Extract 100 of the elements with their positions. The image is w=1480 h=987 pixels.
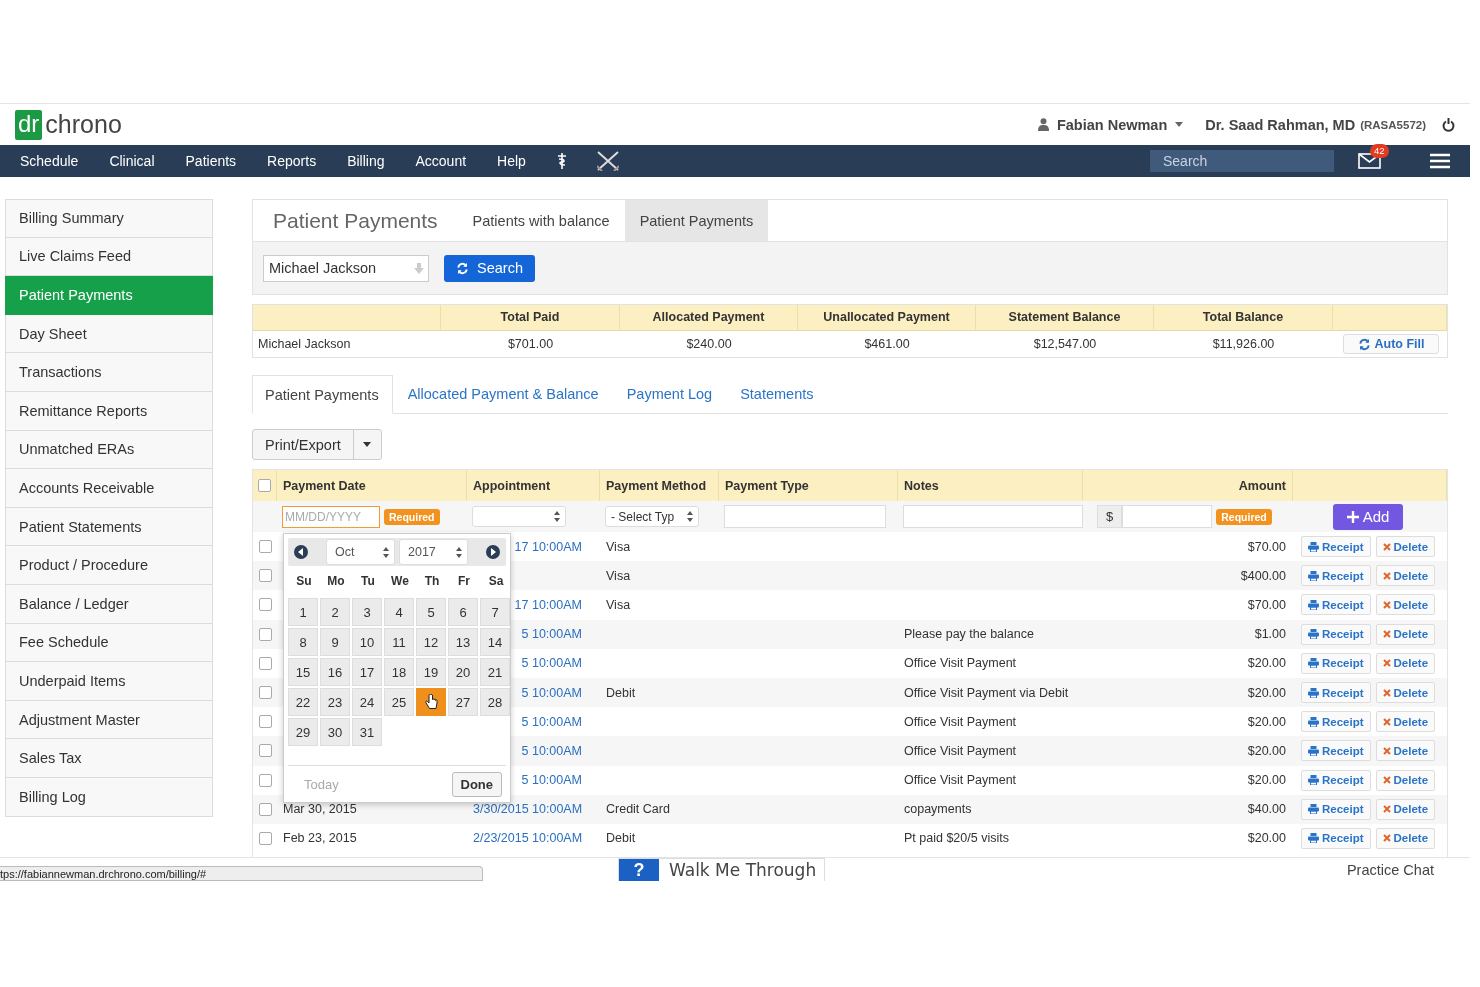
search-field[interactable]: Search: [1150, 150, 1334, 172]
delete-button[interactable]: Delete: [1375, 536, 1436, 558]
checkbox[interactable]: [258, 831, 272, 845]
receipt-button[interactable]: Receipt: [1301, 565, 1371, 587]
appointment-link[interactable]: 5 10:00AM: [521, 743, 582, 758]
appointment-link[interactable]: 5 10:00AM: [521, 714, 582, 729]
appointment-link[interactable]: 5 10:00AM: [521, 656, 582, 671]
walk-me-through-button[interactable]: ? Walk Me Through: [618, 858, 826, 881]
checkbox[interactable]: [258, 773, 272, 787]
nav-item[interactable]: Billing: [347, 153, 385, 169]
crossed-tools-icon[interactable]: [596, 151, 619, 171]
receipt-button[interactable]: Receipt: [1301, 594, 1371, 616]
calendar-day[interactable]: 30: [320, 718, 350, 746]
amount-field[interactable]: [1122, 505, 1213, 528]
add-button[interactable]: Add: [1333, 503, 1403, 530]
tab[interactable]: Patient Payments: [624, 200, 769, 241]
receipt-button[interactable]: Receipt: [1301, 740, 1371, 762]
power-icon[interactable]: [1442, 117, 1455, 132]
month-select[interactable]: Oct: [326, 539, 395, 565]
sidebar-item[interactable]: Accounts Receivable: [5, 469, 213, 508]
sidebar-item[interactable]: Remittance Reports: [5, 391, 213, 431]
calendar-day[interactable]: 19: [416, 658, 446, 686]
delete-button[interactable]: Delete: [1375, 652, 1436, 674]
checkbox[interactable]: [258, 627, 272, 641]
year-select[interactable]: 2017: [399, 539, 468, 565]
calendar-day[interactable]: 10: [352, 628, 382, 656]
calendar-day[interactable]: 16: [320, 658, 350, 686]
print-export-button[interactable]: Print/Export: [252, 429, 382, 460]
appointment-link[interactable]: 5 10:00AM: [521, 627, 582, 642]
receipt-button[interactable]: Receipt: [1301, 827, 1371, 849]
checkbox[interactable]: [258, 656, 272, 670]
delete-button[interactable]: Delete: [1375, 798, 1436, 820]
receipt-button[interactable]: Receipt: [1301, 652, 1371, 674]
input-field[interactable]: [724, 505, 886, 528]
tab[interactable]: Payment Log: [614, 375, 726, 413]
sidebar-item[interactable]: Sales Tax: [5, 739, 213, 778]
calendar-day[interactable]: 22: [288, 688, 318, 716]
caduceus-icon[interactable]: [556, 153, 567, 169]
calendar-day[interactable]: 1: [288, 598, 318, 626]
delete-button[interactable]: Delete: [1375, 827, 1436, 849]
calendar-day[interactable]: 23: [320, 688, 350, 716]
delete-button[interactable]: Delete: [1375, 565, 1436, 587]
patient-select[interactable]: Michael Jackson: [263, 254, 429, 282]
sidebar-item[interactable]: Live Claims Feed: [5, 237, 213, 277]
nav-item[interactable]: Patients: [185, 153, 237, 169]
calendar-day[interactable]: 20: [448, 658, 478, 686]
delete-button[interactable]: Delete: [1375, 769, 1436, 791]
checkbox[interactable]: [258, 540, 272, 554]
nav-item[interactable]: Clinical: [109, 153, 155, 169]
nav-item[interactable]: Reports: [267, 153, 317, 169]
appointment-link[interactable]: 3/30/2015 10:00AM: [473, 802, 583, 817]
mail-icon[interactable]: [1358, 152, 1382, 170]
sidebar-item[interactable]: Unmatched ERAs: [5, 430, 213, 470]
appointment-link[interactable]: 5 10:00AM: [521, 685, 582, 700]
calendar-day[interactable]: 4: [384, 598, 414, 626]
delete-button[interactable]: Delete: [1375, 623, 1436, 645]
tab[interactable]: Statements: [728, 375, 827, 413]
receipt-button[interactable]: Receipt: [1301, 623, 1371, 645]
calendar-day[interactable]: 29: [288, 718, 318, 746]
user-name[interactable]: Fabian Newman: [1056, 116, 1168, 133]
checkbox[interactable]: [258, 802, 272, 816]
nav-item[interactable]: Schedule: [20, 153, 79, 169]
calendar-day[interactable]: 14: [480, 628, 510, 656]
calendar-day[interactable]: 9: [320, 628, 350, 656]
tab[interactable]: Patient Payments: [252, 375, 393, 414]
calendar-day[interactable]: 21: [480, 658, 510, 686]
payment-type-select[interactable]: - Select Typ: [605, 506, 699, 527]
checkbox[interactable]: [258, 569, 272, 583]
sidebar-item[interactable]: Transactions: [5, 353, 213, 392]
delete-button[interactable]: Delete: [1375, 711, 1436, 733]
checkbox[interactable]: [258, 686, 272, 700]
receipt-button[interactable]: Receipt: [1301, 711, 1371, 733]
sidebar-item[interactable]: Balance / Ledger: [5, 584, 213, 624]
delete-button[interactable]: Delete: [1375, 740, 1436, 762]
receipt-button[interactable]: Receipt: [1301, 536, 1371, 558]
nav-item[interactable]: Help: [497, 153, 526, 169]
calendar-day[interactable]: 24: [352, 688, 382, 716]
sidebar-item[interactable]: Billing Summary: [5, 199, 213, 238]
calendar-day[interactable]: 6: [448, 598, 478, 626]
calendar-day[interactable]: 28: [480, 688, 510, 716]
sidebar-item[interactable]: Billing Log: [5, 777, 213, 817]
calendar-day[interactable]: 25: [384, 688, 414, 716]
tab[interactable]: Allocated Payment & Balance: [395, 375, 612, 413]
sidebar-item[interactable]: Underpaid Items: [5, 662, 213, 701]
sidebar-item[interactable]: Product / Procedure: [5, 546, 213, 585]
next-month-button[interactable]: [486, 545, 500, 559]
calendar-day[interactable]: 11: [384, 628, 414, 656]
appointment-select[interactable]: [472, 506, 566, 527]
calendar-day[interactable]: 2: [320, 598, 350, 626]
date-field[interactable]: MM/DD/YYYY: [282, 505, 380, 528]
done-button[interactable]: Done: [451, 771, 502, 797]
practice-chat-button[interactable]: Practice Chat: [1346, 858, 1434, 881]
calendar-day[interactable]: 12: [416, 628, 446, 656]
caret-icon[interactable]: [362, 442, 371, 447]
nav-item[interactable]: Account: [415, 153, 467, 169]
calendar-day[interactable]: [416, 688, 446, 716]
calendar-day[interactable]: 17: [352, 658, 382, 686]
notes-field[interactable]: [903, 505, 1083, 528]
sidebar-item[interactable]: Patient Statements: [5, 507, 213, 547]
auto-fill-button[interactable]: Auto Fill: [1343, 334, 1439, 354]
